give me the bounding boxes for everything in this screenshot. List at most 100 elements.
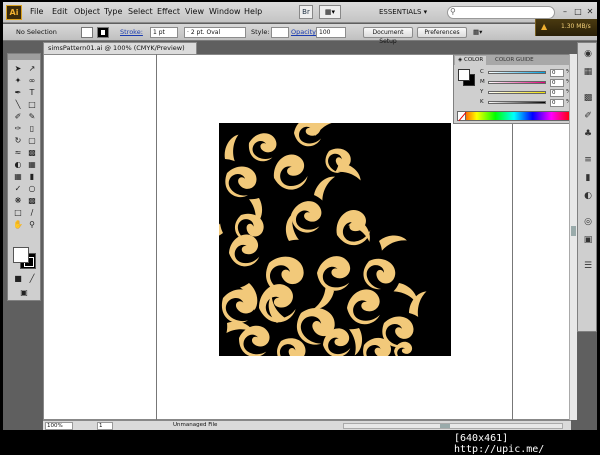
panel-fill-box[interactable] [458,69,470,81]
fill-color-box[interactable] [13,247,29,263]
selection-tool-icon[interactable]: ➤ [12,63,24,74]
maximize-button[interactable]: □ [572,6,584,18]
stroke-panel-icon[interactable]: ≡ [581,153,595,167]
yellow-slider[interactable] [488,91,546,94]
yellow-value[interactable]: 0 [550,89,564,97]
color-guide-icon[interactable]: ▦ [581,65,595,79]
cyan-label: C [480,69,484,75]
eraser-tool-icon[interactable]: ▯ [26,123,38,134]
bolt-icon: ▲ [541,22,548,31]
lasso-tool-icon[interactable]: ∞ [26,75,38,86]
gradient-panel-icon[interactable]: ▮ [581,171,595,185]
cyan-value[interactable]: 0 [550,69,564,77]
watermark: [640x461] http://upic.me/ [454,433,545,455]
scale-tool-icon[interactable]: ▢ [26,135,38,146]
screen-mode-icon[interactable]: ▣ [18,287,30,298]
tab-color-guide[interactable]: COLOR GUIDE [492,56,537,65]
preferences-button[interactable]: Preferences [417,27,467,38]
menu-help[interactable]: Help [244,7,262,16]
menu-type[interactable]: Type [104,7,122,16]
none-mode-icon[interactable]: ╱ [26,273,38,284]
horizontal-scrollbar[interactable] [343,423,563,429]
rotate-tool-icon[interactable]: ↻ [12,135,24,146]
fill-swatch[interactable] [81,27,93,38]
artboard-number-field[interactable]: 1 [97,422,113,430]
mesh-tool-icon[interactable]: ▦ [12,171,24,182]
menu-edit[interactable]: Edit [52,7,68,16]
graphic-styles-icon[interactable]: ▣ [581,233,595,247]
stroke-weight-field[interactable]: 1 pt [150,27,178,38]
stroke-swatch[interactable] [97,27,109,38]
layers-icon[interactable]: ☰ [581,259,595,273]
tab-color[interactable]: ◈ COLOR [455,56,487,65]
floral-pattern-artwork[interactable] [219,123,451,356]
swatches-icon[interactable]: ▩ [581,91,595,105]
shape-builder-tool-icon[interactable]: ◐ [12,159,24,170]
arrange-documents-icon[interactable]: ▦▾ [319,5,341,19]
opacity-field[interactable]: 100 [316,27,346,38]
gradient-tool-icon[interactable]: ▮ [26,171,38,182]
brushes-icon[interactable]: ✐ [581,109,595,123]
color-panel-tabs: ◈ COLOR COLOR GUIDE [454,55,574,65]
color-panel-icon[interactable]: ◉ [581,47,595,61]
vertical-scroll-thumb[interactable] [571,226,576,236]
direct-selection-tool-icon[interactable]: ↗ [26,63,38,74]
none-swatch[interactable] [457,111,466,121]
cyan-slider[interactable] [488,71,546,74]
pencil-tool-icon[interactable]: ✎ [26,111,38,122]
color-panel: ◈ COLOR COLOR GUIDE C 0 % M 0 % Y 0 % K … [453,54,575,124]
magenta-value[interactable]: 0 [550,79,564,87]
workspace-switcher[interactable]: ESSENTIALS ▾ [379,6,439,19]
column-graph-tool-icon[interactable]: ▩ [26,195,38,206]
menu-object[interactable]: Object [74,7,100,16]
close-button[interactable]: ✕ [584,6,596,18]
hand-tool-icon[interactable]: ✋ [12,219,24,230]
magenta-slider[interactable] [488,81,546,84]
menu-select[interactable]: Select [128,7,153,16]
menu-window[interactable]: Window [209,7,241,16]
appearance-icon[interactable]: ◎ [581,215,595,229]
style-swatch[interactable] [271,27,289,38]
menu-effect[interactable]: Effect [157,7,180,16]
zoom-tool-icon[interactable]: ⚲ [26,219,38,230]
black-value[interactable]: 0 [550,99,564,107]
color-spectrum[interactable] [457,111,571,121]
line-tool-icon[interactable]: ╲ [12,99,24,110]
menu-view[interactable]: View [185,7,204,16]
black-slider[interactable] [488,101,546,104]
blend-tool-icon[interactable]: ○ [26,183,38,194]
search-input[interactable] [447,6,555,19]
selection-status: No Selection [16,28,57,36]
document-tab[interactable]: simsPattern01.ai @ 100% (CMYK/Preview) [43,42,197,54]
tools-panel-header[interactable] [8,54,40,60]
eyedropper-tool-icon[interactable]: ✓ [12,183,24,194]
brush-definition-field[interactable]: · 2 pt. Oval [184,27,246,38]
stroke-label[interactable]: Stroke: [120,28,143,36]
opacity-label[interactable]: Opacity: [291,28,318,36]
type-tool-icon[interactable]: T [26,87,38,98]
magic-wand-tool-icon[interactable]: ✦ [12,75,24,86]
pen-tool-icon[interactable]: ✒ [12,87,24,98]
free-transform-tool-icon[interactable]: ▩ [26,147,38,158]
rectangle-tool-icon[interactable]: □ [26,99,38,110]
zoom-level-field[interactable]: 100% [45,422,73,430]
blob-brush-tool-icon[interactable]: ✑ [12,123,24,134]
slice-tool-icon[interactable]: ∕ [26,207,38,218]
brush-name: 2 pt. Oval [190,29,221,36]
status-bar: 100% 1 Unmanaged File [43,420,571,430]
symbols-icon[interactable]: ♣ [581,127,595,141]
bridge-icon[interactable]: Br [299,5,313,19]
width-tool-icon[interactable]: ≈ [12,147,24,158]
artboard-tool-icon[interactable]: □ [12,207,24,218]
symbol-sprayer-tool-icon[interactable]: ❋ [12,195,24,206]
minimize-button[interactable]: – [559,6,571,18]
vertical-scrollbar[interactable] [569,54,577,420]
horizontal-scroll-thumb[interactable] [440,424,450,428]
document-setup-button[interactable]: Document Setup [363,27,413,45]
menu-file[interactable]: File [30,7,43,16]
paintbrush-tool-icon[interactable]: ✐ [12,111,24,122]
color-mode-icon[interactable]: ■ [12,273,24,284]
transparency-icon[interactable]: ◐ [581,189,595,203]
perspective-grid-tool-icon[interactable]: ▦ [26,159,38,170]
align-icon[interactable]: ▦▾ [473,28,482,36]
